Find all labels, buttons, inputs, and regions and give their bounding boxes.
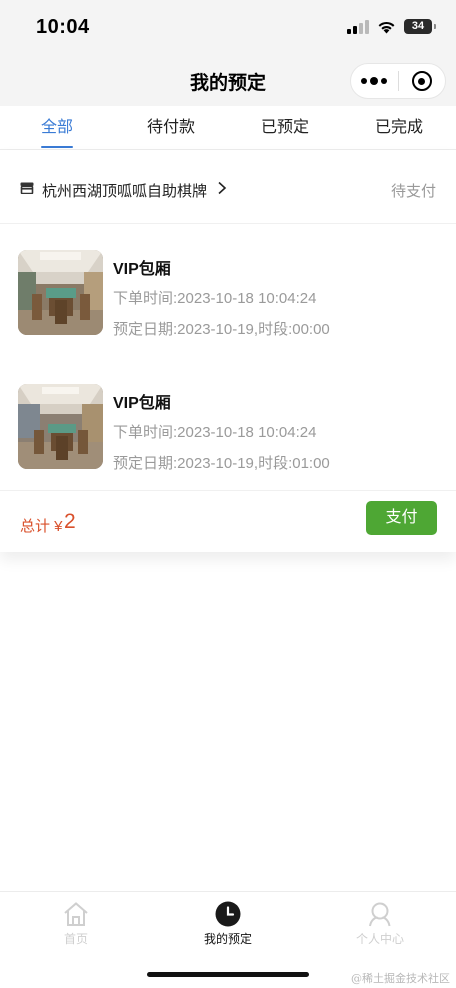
more-dot-icon — [381, 77, 388, 84]
order-card[interactable]: 杭州西湖顶呱呱自助棋牌 待支付 VIP包厢 下单时间:2023-10-18 10… — [0, 150, 456, 552]
signal-icon — [347, 19, 369, 34]
store-icon — [20, 182, 34, 194]
room-name: VIP包厢 — [113, 395, 171, 412]
tab-completed[interactable]: 已完成 — [342, 106, 456, 149]
tab-all[interactable]: 全部 — [0, 106, 114, 149]
tabbar-label: 首页 — [63, 932, 88, 946]
order-time: 下单时间:2023-10-18 10:04:24 — [113, 290, 317, 307]
order-item[interactable]: VIP包厢 下单时间:2023-10-18 10:04:24 预定日期:2023… — [0, 250, 456, 350]
status-time: 10:04 — [36, 16, 90, 38]
booking-date: 预定日期:2023-10-19,时段:00:00 — [113, 321, 330, 338]
tabbar-item-my-bookings[interactable]: 我的预定 — [152, 892, 304, 952]
chevron-right-icon — [218, 181, 227, 195]
tabbar-label: 我的预定 — [203, 932, 252, 946]
tabbar-label: 个人中心 — [355, 932, 404, 946]
shop-row[interactable]: 杭州西湖顶呱呱自助棋牌 待支付 — [0, 150, 456, 224]
tabbar-item-profile[interactable]: 个人中心 — [304, 892, 456, 952]
clock-icon — [215, 901, 241, 927]
close-mini-program-button[interactable] — [399, 71, 446, 91]
status-icons: 34 — [347, 19, 436, 34]
room-photo — [18, 384, 103, 469]
mini-program-capsule — [350, 63, 446, 99]
order-tabs: 全部 待付款 已预定 已完成 — [0, 106, 456, 150]
more-dot-icon — [370, 76, 379, 85]
home-icon — [64, 902, 88, 926]
order-footer: 总计 ¥ 2 支付 — [0, 490, 456, 552]
nav-bar: 我的预定 — [0, 56, 456, 106]
tab-pending-payment[interactable]: 待付款 — [114, 106, 228, 149]
booking-date: 预定日期:2023-10-19,时段:01:00 — [113, 455, 330, 472]
room-photo — [18, 250, 103, 335]
person-icon — [369, 902, 391, 927]
shop-name: 杭州西湖顶呱呱自助棋牌 — [42, 183, 208, 200]
status-bar: 10:04 34 — [0, 0, 456, 56]
more-menu-button[interactable] — [351, 76, 398, 85]
room-name: VIP包厢 — [113, 261, 171, 278]
pay-button[interactable]: 支付 — [366, 501, 437, 535]
target-icon — [411, 71, 432, 91]
tab-booked[interactable]: 已预定 — [228, 106, 342, 149]
order-status: 待支付 — [390, 183, 436, 200]
tabbar-item-home[interactable]: 首页 — [0, 892, 152, 952]
total-price: 2 — [64, 510, 76, 533]
watermark: @稀土掘金技术社区 — [351, 972, 450, 985]
wifi-icon — [378, 21, 395, 34]
total-label: 总计 ¥ — [20, 518, 63, 535]
order-item[interactable]: VIP包厢 下单时间:2023-10-18 10:04:24 预定日期:2023… — [0, 384, 456, 484]
battery-icon: 34 — [404, 19, 436, 34]
order-time: 下单时间:2023-10-18 10:04:24 — [113, 424, 317, 441]
more-dot-icon — [361, 77, 368, 84]
home-indicator — [147, 972, 309, 977]
